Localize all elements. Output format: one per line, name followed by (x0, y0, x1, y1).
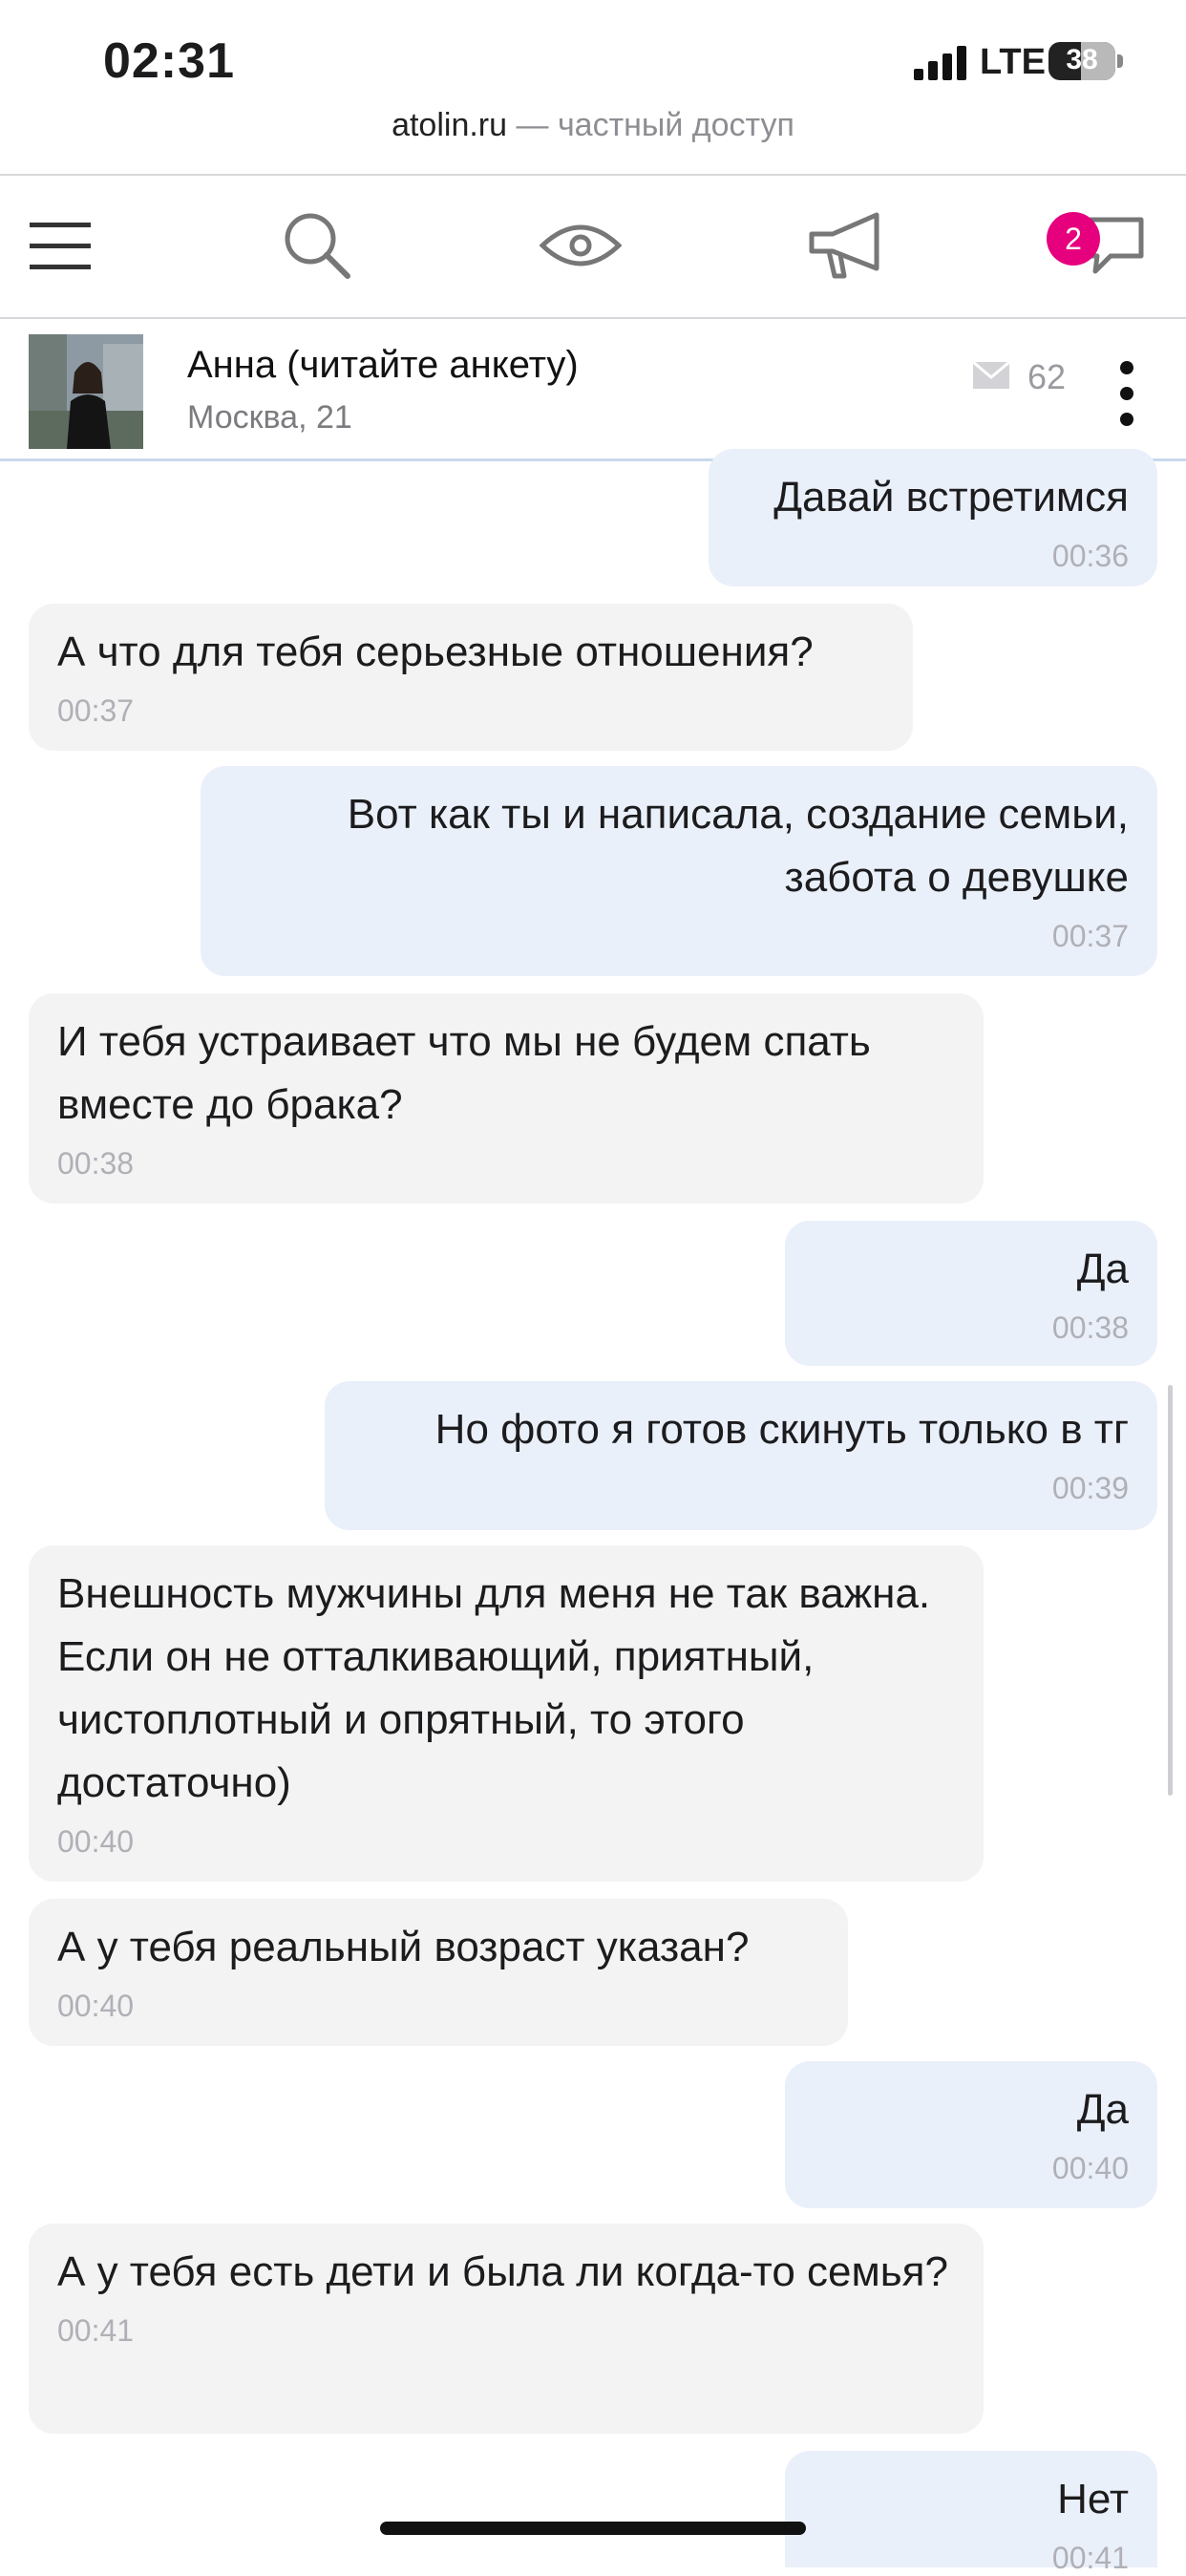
more-options-icon[interactable] (1115, 361, 1138, 426)
message-text: Да (1076, 2086, 1129, 2133)
message-time: 00:40 (57, 1989, 135, 2023)
message-bubble-incoming[interactable]: А у тебя есть дети и была ли когда-то се… (29, 2224, 984, 2434)
menu-icon[interactable] (13, 202, 109, 288)
message-bubble-outgoing[interactable]: Да 00:40 (785, 2061, 1157, 2208)
message-text: И тебя устраивает что мы не будем спать … (57, 1018, 871, 1128)
message-text: Нет (1057, 2476, 1129, 2523)
battery-tip (1117, 54, 1123, 68)
battery-icon: 38 (1048, 42, 1115, 80)
address-bar[interactable]: atolin.ru — частный доступ (0, 107, 1186, 144)
chat-header: Анна (читайте анкету) Москва, 21 62 (0, 319, 1186, 461)
message-bubble-incoming[interactable]: Внешность мужчины для меня не так важна.… (29, 1545, 984, 1882)
message-text: А что для тебя серьезные отношения? (57, 628, 814, 675)
message-text: Давай встретимся (773, 474, 1129, 521)
message-time: 00:37 (57, 693, 135, 728)
signal-icon (914, 46, 967, 80)
top-nav (0, 176, 1186, 317)
message-time: 00:37 (1051, 919, 1129, 953)
message-time: 00:39 (1051, 1471, 1129, 1505)
message-bubble-outgoing[interactable]: Да 00:38 (785, 1221, 1157, 1366)
site-domain: atolin.ru (392, 107, 508, 143)
message-time: 00:38 (57, 1146, 135, 1181)
message-time: 00:36 (1051, 539, 1129, 573)
message-bubble-outgoing[interactable]: Нет 00:41 (785, 2451, 1157, 2575)
message-text: Да (1076, 1245, 1129, 1292)
message-time: 00:41 (1051, 2541, 1129, 2575)
avatar[interactable] (29, 334, 143, 449)
message-text: А у тебя есть дети и была ли когда-то се… (57, 2248, 948, 2295)
message-text: Но фото я готов скинуть только в тг (434, 1406, 1129, 1453)
message-time: 00:40 (57, 1824, 135, 1859)
message-bubble-incoming[interactable]: А что для тебя серьезные отношения? 00:3… (29, 604, 913, 751)
status-bar: 02:31 LTE 38 (0, 0, 1186, 115)
site-access-note: — частный доступ (507, 107, 794, 143)
message-time: 00:40 (1051, 2151, 1129, 2185)
scrollbar[interactable] (1168, 1385, 1173, 1796)
chat-badge: 2 (1047, 212, 1100, 266)
message-bubble-incoming[interactable]: И тебя устраивает что мы не будем спать … (29, 993, 984, 1203)
eye-icon[interactable] (533, 202, 628, 288)
network-type: LTE (980, 42, 1046, 82)
status-time: 02:31 (103, 33, 235, 89)
profile-city-age: Москва, 21 (187, 399, 352, 436)
envelope-icon (972, 360, 1010, 390)
profile-name[interactable]: Анна (читайте анкету) (187, 344, 579, 387)
message-text: А у тебя реальный возраст указан? (57, 1924, 750, 1970)
message-bubble-outgoing[interactable]: Давай встретимся 00:36 (709, 449, 1157, 586)
message-time: 00:41 (57, 2313, 135, 2348)
message-bubble-incoming[interactable]: А у тебя реальный возраст указан? 00:40 (29, 1899, 848, 2046)
message-count: 62 (1027, 357, 1067, 396)
message-text: Внешность мужчины для меня не так важна.… (57, 1570, 931, 1806)
message-time: 00:38 (1051, 1310, 1129, 1345)
megaphone-icon[interactable] (798, 202, 894, 288)
battery-level: 38 (1066, 44, 1098, 75)
message-bubble-outgoing[interactable]: Вот как ты и написала, создание семьи, з… (201, 766, 1157, 976)
search-icon[interactable] (269, 202, 365, 288)
message-text: Вот как ты и написала, создание семьи, з… (347, 791, 1129, 901)
message-bubble-outgoing[interactable]: Но фото я готов скинуть только в тг 00:3… (325, 1381, 1157, 1530)
home-indicator[interactable] (380, 2522, 806, 2535)
